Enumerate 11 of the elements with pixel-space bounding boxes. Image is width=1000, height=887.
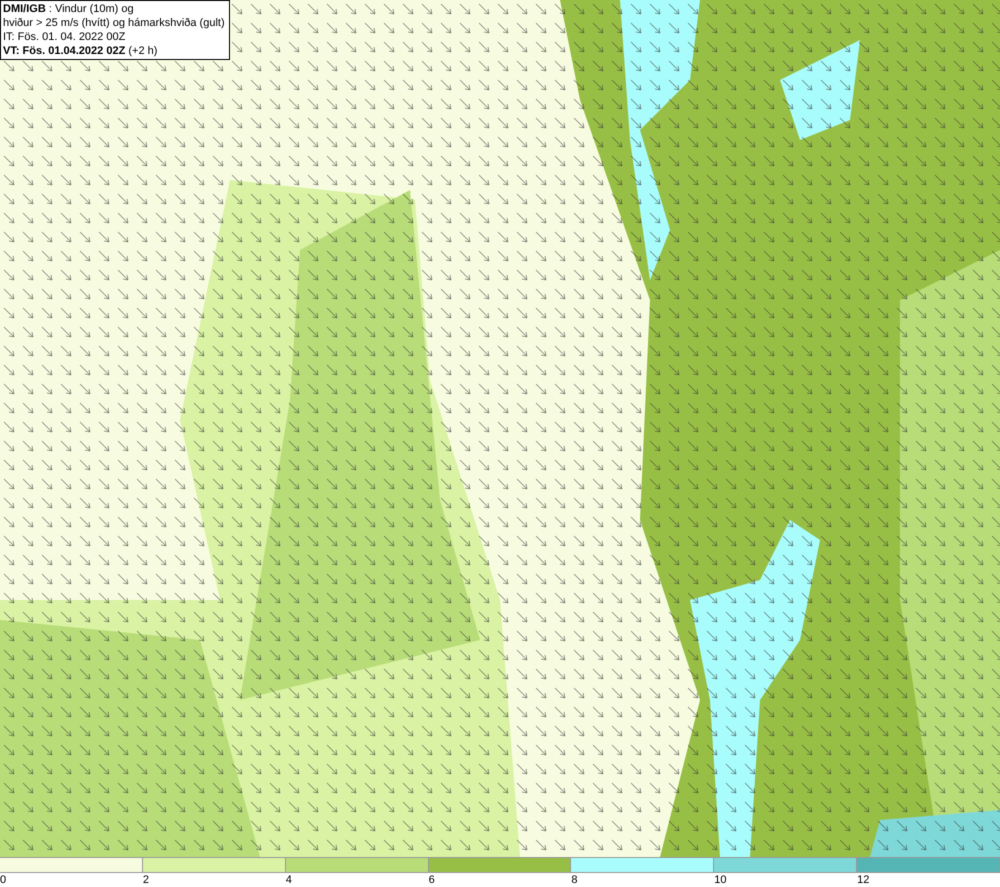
legend-tick-label: 8 <box>571 873 578 887</box>
title-line: hviður > 25 m/s (hvítt) og hámarkshviða (gult) <box>3 16 226 30</box>
legend-tick-label: 6 <box>428 873 435 887</box>
legend-tick-label: 0 <box>0 873 6 887</box>
legend-tick-label: 12 <box>857 873 870 887</box>
legend-tick-label: 10 <box>714 873 727 887</box>
title-line: DMI/IGB : Vindur (10m) og <box>3 2 135 16</box>
legend-tick-label: 4 <box>286 873 292 887</box>
title-line: VT: Fös. 01.04.2022 02Z (+2 h) <box>3 44 158 58</box>
legend-tick-label: 2 <box>142 873 149 887</box>
title-line: IT: Fös. 01. 04. 2022 00Z <box>3 30 126 44</box>
